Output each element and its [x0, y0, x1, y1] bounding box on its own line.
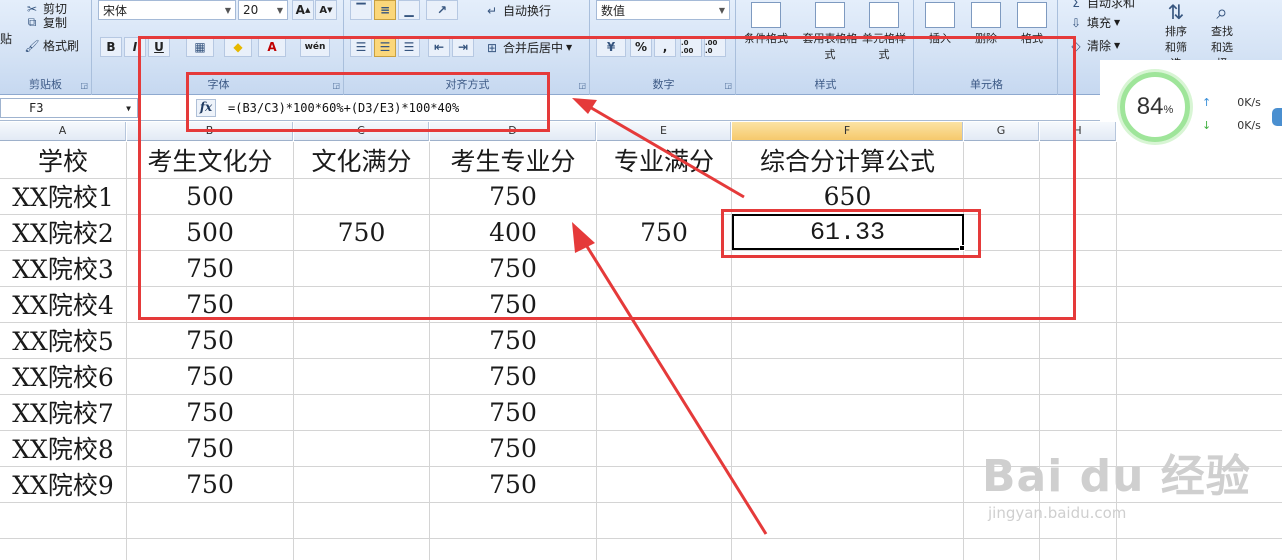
- baidu-watermark: Bai du 经验 jingyan.baidu.com: [982, 440, 1251, 522]
- arrow-to-formula: [587, 104, 745, 199]
- watermark-url: jingyan.baidu.com: [988, 504, 1127, 522]
- watermark-brand: Bai du 经验: [982, 451, 1251, 502]
- arrow-head-table: [572, 222, 595, 253]
- arrow-to-table: [581, 239, 768, 535]
- arrow-head-formula: [572, 98, 597, 114]
